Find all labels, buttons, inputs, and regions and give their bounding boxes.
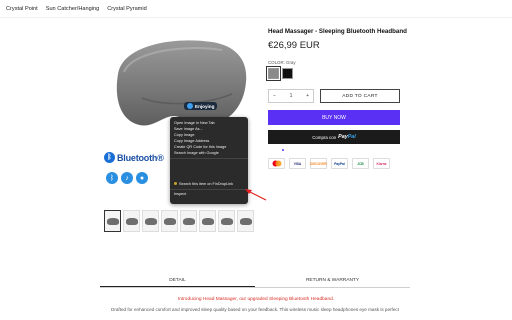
ctx-extension-label: Search this item on FinDropLink — [179, 181, 234, 186]
thumbnail[interactable] — [161, 210, 178, 232]
ctx-blank-area — [170, 160, 248, 180]
product-title: Head Massager - Sleeping Bluetooth Headb… — [268, 28, 407, 35]
nav-item-crystal-point[interactable]: Crystal Point — [6, 6, 38, 12]
color-swatches — [266, 66, 293, 81]
paypal-prefix: Compra con — [312, 134, 337, 140]
add-to-cart-button[interactable]: ADD TO CART — [320, 89, 400, 103]
bluetooth-wordmark: Bluetooth® — [117, 152, 164, 163]
qty-value[interactable]: 1 — [290, 93, 293, 99]
bluetooth-logo: ᛒ Bluetooth® — [104, 152, 164, 163]
thumbnail[interactable] — [104, 210, 121, 232]
enjoying-badge: Enjoying — [184, 102, 218, 110]
thumbnail[interactable] — [218, 210, 235, 232]
description-intro: Introducing Head Massager, our upgraded … — [177, 297, 335, 302]
music-note-icon: ♪ — [121, 172, 133, 184]
ctx-divider — [170, 156, 248, 159]
thumbnail[interactable] — [237, 210, 254, 232]
red-arrow-icon — [245, 189, 267, 201]
product-tabs: DETAIL RETURN & WARRANTY — [100, 274, 410, 288]
ctx-inspect[interactable]: Inspect — [170, 191, 248, 197]
tab-return-warranty[interactable]: RETURN & WARRANTY — [255, 274, 410, 287]
visa-icon: VISA — [289, 158, 306, 169]
thumbnail[interactable] — [199, 210, 216, 232]
qty-increase-button[interactable]: + — [306, 93, 309, 99]
paypal-button[interactable]: Compra con PayPal — [268, 130, 400, 144]
paypal-logo: PayPal — [338, 134, 356, 140]
context-menu: Open Image in New Tab Save Image As... C… — [170, 117, 248, 204]
buy-now-button[interactable]: BUY NOW — [268, 110, 400, 125]
top-navigation: Crystal Point Sun Catcher/Hanging Crysta… — [0, 0, 512, 18]
discover-icon: DISCOVER — [310, 158, 327, 169]
music-dot-icon — [187, 103, 193, 109]
bluetooth-icon: ᛒ — [104, 152, 115, 163]
mastercard-icon — [268, 158, 285, 169]
ctx-search-findroplink[interactable]: Search this item on FinDropLink — [170, 180, 248, 187]
thumbnail[interactable] — [180, 210, 197, 232]
jcb-icon: JCB — [352, 158, 369, 169]
payment-methods: VISA DISCOVER PayPal JCB Klarna — [268, 158, 390, 169]
swatch-black[interactable] — [282, 68, 293, 79]
bluetooth-icon: ᛒ — [106, 172, 118, 184]
swatch-gray[interactable] — [266, 66, 281, 81]
paypal-icon: PayPal — [331, 158, 348, 169]
product-price: €26,99 EUR — [268, 40, 320, 51]
feature-icons: ᛒ ♪ ● — [106, 172, 148, 184]
thumbnail-strip — [104, 210, 254, 232]
color-label: COLOR: Gray — [268, 60, 296, 65]
nav-item-sun-catcher[interactable]: Sun Catcher/Hanging — [46, 6, 100, 12]
thumbnail[interactable] — [123, 210, 140, 232]
extension-icon — [174, 182, 177, 185]
nav-item-crystal-pyramid[interactable]: Crystal Pyramid — [107, 6, 146, 12]
ctx-divider — [170, 187, 248, 190]
klarna-icon: Klarna — [373, 158, 390, 169]
badge-label: Enjoying — [195, 103, 215, 109]
qty-decrease-button[interactable]: − — [273, 93, 276, 99]
microphone-icon: ● — [136, 172, 148, 184]
thumbnail[interactable] — [142, 210, 159, 232]
description-body: Drafted for enhanced comfort and improve… — [111, 307, 399, 312]
quantity-stepper: − 1 + — [268, 89, 314, 103]
more-options-dot — [282, 149, 284, 151]
tab-detail[interactable]: DETAIL — [100, 274, 255, 287]
